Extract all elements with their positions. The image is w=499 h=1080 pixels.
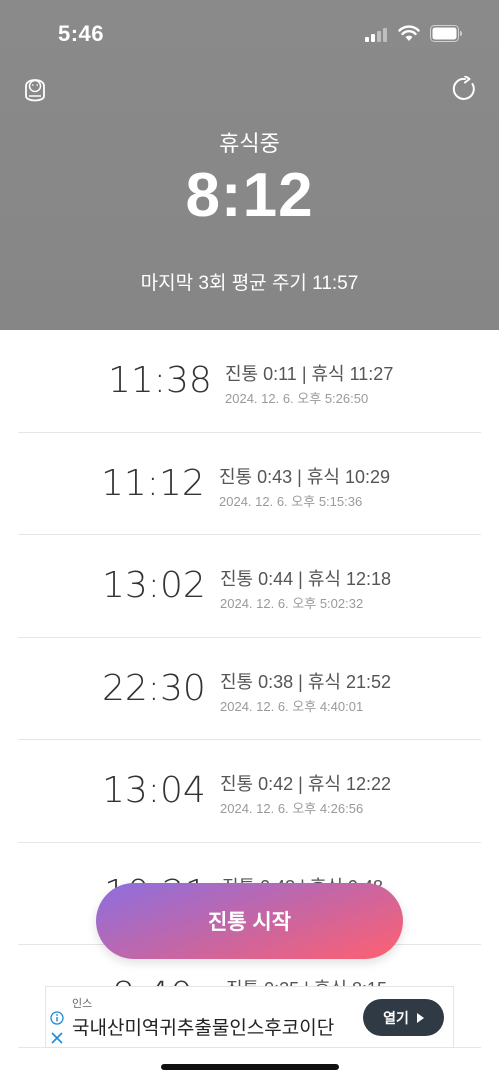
ad-sponsor: 인스 [72,998,93,1010]
interval-value: 13:04 [102,770,206,811]
ad-title[interactable]: 국내산미역귀추출물인스후코이단 [72,1013,334,1040]
cellular-signal-icon [365,26,391,42]
contraction-row: 11:38 진통 0:11 | 휴식 11:27 2024. 12. 6. 오후… [18,330,481,433]
rest-status-label: 휴식중 [219,131,280,156]
ad-info-icon[interactable] [50,1011,64,1025]
interval-value: 22:30 [102,667,206,709]
wifi-icon [398,25,420,41]
home-indicator[interactable] [161,1064,339,1070]
contraction-row: 11:12 진통 0:43 | 휴식 10:29 2024. 12. 6. 오후… [18,433,481,535]
ad-banner[interactable]: 인스 국내산미역귀추출물인스후코이단 열기 [45,986,454,1048]
average-cycle-text: 마지막 3회 평균 주기 11:57 [140,273,359,294]
contraction-timestamp: 2024. 12. 6. 오후 5:02:32 [220,596,364,611]
play-arrow-icon [416,1012,424,1023]
interval-value: 13:02 [102,565,206,606]
battery-icon [430,25,462,42]
contraction-summary: 진통 0:43 | 휴식 10:29 [219,466,390,487]
interval-value: 11:38 [108,360,212,401]
contraction-summary: 진통 0:42 | 휴식 12:22 [220,774,391,794]
contraction-row: 13:04 진통 0:42 | 휴식 12:22 2024. 12. 6. 오후… [18,740,481,843]
elapsed-timer: 8:12 [185,161,314,230]
header: 5:46 휴식중 8:12 마지막 3회 평균 주기 11:57 [0,0,499,330]
contraction-summary: 진통 0:44 | 휴식 12:18 [220,569,391,589]
contraction-row: 13:02 진통 0:44 | 휴식 12:18 2024. 12. 6. 오후… [18,535,481,638]
contraction-timestamp: 2024. 12. 6. 오후 5:26:50 [225,391,369,406]
ad-close-icon[interactable] [51,1032,63,1044]
ad-open-label: 열기 [383,1009,409,1026]
reset-icon[interactable] [452,76,478,102]
status-time: 5:46 [58,21,105,46]
contraction-timestamp: 2024. 12. 6. 오후 4:26:56 [220,801,364,816]
contraction-timestamp: 2024. 12. 6. 오후 4:40:01 [220,698,364,714]
contraction-timestamp: 2024. 12. 6. 오후 5:15:36 [219,493,363,509]
interval-value: 11:12 [101,462,205,504]
baby-icon[interactable] [22,74,48,104]
status-bar: 5:46 [0,0,499,66]
contraction-row: 22:30 진통 0:38 | 휴식 21:52 2024. 12. 6. 오후… [18,638,481,740]
ad-open-button[interactable]: 열기 [363,999,444,1036]
contraction-summary: 진통 0:11 | 휴식 11:27 [225,364,394,384]
start-contraction-button[interactable]: 진통 시작 [96,883,403,959]
contraction-summary: 진통 0:38 | 휴식 21:52 [220,671,391,692]
